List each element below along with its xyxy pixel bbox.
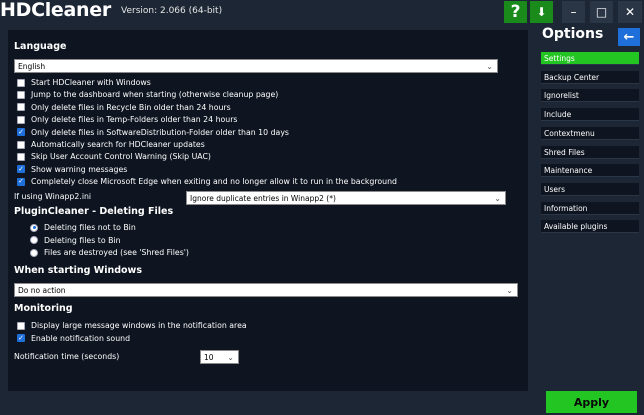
option-label: Jump to the dashboard when starting (oth… (31, 90, 279, 100)
checkbox-option[interactable]: Display large message windows in the not… (17, 320, 247, 331)
chevron-down-icon: ⌄ (227, 353, 234, 362)
app-title: HDCleaner (0, 0, 111, 21)
settings-panel: Language English ⌄ Start HDCleaner with … (8, 30, 528, 391)
checkbox-option[interactable]: Only delete files in Temp-Folders older … (17, 114, 238, 125)
option-label: Files are destroyed (see 'Shred Files') (44, 248, 189, 257)
option-label: Deleting files not to Bin (44, 223, 136, 232)
option-label: Enable notification sound (31, 333, 131, 343)
sidebar-item-available-plugins[interactable]: Available plugins (541, 220, 639, 234)
help-icon: ? (510, 2, 521, 22)
checkbox-option[interactable]: ✓ Show warning messages (17, 164, 127, 175)
radio-button[interactable] (30, 223, 38, 232)
language-select-value: English (18, 62, 46, 71)
minimize-icon: – (570, 5, 577, 19)
checkmark-icon: ✓ (18, 164, 24, 173)
checkbox[interactable]: ✓ (17, 127, 25, 137)
option-label: Deleting files to Bin (44, 235, 121, 245)
chevron-down-icon: ⌄ (506, 286, 513, 295)
arrow-left-icon: ← (623, 29, 635, 45)
radio-option[interactable]: Deleting files not to Bin (30, 222, 136, 233)
close-button[interactable]: ✕ (618, 1, 642, 23)
checkmark-icon: ✓ (18, 127, 24, 136)
help-button[interactable]: ? (504, 1, 527, 23)
back-button[interactable]: ← (618, 28, 640, 46)
option-label: Start HDCleaner with Windows (31, 78, 151, 87)
checkbox[interactable] (17, 78, 25, 87)
winapp2-select-value: Ignore duplicate entries in Winapp2 (*) (190, 194, 336, 203)
chevron-down-icon: ⌄ (494, 194, 501, 203)
radio-option[interactable]: Deleting files to Bin (30, 235, 121, 246)
checkbox[interactable] (17, 321, 25, 330)
sidebar-item-users[interactable]: Users (541, 182, 639, 196)
sidebar-item-information[interactable]: Information (541, 201, 639, 215)
title-bar: HDCleaner Version: 2.066 (64-bit) ? ⬇ – … (0, 0, 644, 24)
sidebar-item-backup-center[interactable]: Backup Center (541, 70, 639, 84)
sidebar-item-include[interactable]: Include (541, 108, 639, 122)
sidebar-item-contextmenu[interactable]: Contextmenu (541, 126, 639, 140)
radio-option[interactable]: Files are destroyed (see 'Shred Files') (30, 247, 189, 258)
close-icon: ✕ (624, 5, 636, 19)
radio-button[interactable] (30, 248, 38, 257)
option-label: Show warning messages (31, 164, 128, 174)
chevron-down-icon: ⌄ (486, 62, 493, 71)
checkbox[interactable]: ✓ (17, 177, 25, 186)
option-label: Only delete files in Temp-Folders older … (31, 115, 238, 125)
plugincleaner-heading: PluginCleaner - Deleting Files (14, 206, 174, 217)
maximize-button[interactable]: □ (590, 1, 613, 23)
checkbox-option[interactable]: Automatically search for HDCleaner updat… (17, 139, 205, 150)
option-label: Only delete files in Recycle Bin older t… (31, 102, 231, 112)
checkbox[interactable] (17, 140, 25, 149)
download-icon: ⬇ (536, 5, 547, 19)
checkbox[interactable]: ✓ (17, 334, 25, 342)
language-select[interactable]: English ⌄ (14, 59, 498, 73)
checkbox[interactable] (17, 152, 25, 161)
option-label: Completely close Microsoft Edge when exi… (31, 177, 397, 187)
checkbox-option[interactable]: ✓ Only delete files in SoftwareDistributi… (17, 127, 289, 138)
radio-button[interactable] (30, 236, 38, 244)
notification-time-label: Notification time (seconds) (14, 352, 120, 361)
checkbox[interactable] (17, 90, 25, 99)
minimize-button[interactable]: – (562, 1, 585, 23)
maximize-icon: □ (595, 5, 608, 19)
starting-windows-select-value: Do no action (18, 286, 66, 295)
download-update-button[interactable]: ⬇ (530, 1, 553, 23)
options-title: Options (542, 26, 604, 42)
notification-time-select[interactable]: 10 ⌄ (200, 350, 239, 364)
monitoring-heading: Monitoring (14, 303, 73, 314)
sidebar-item-ignorelist[interactable]: Ignorelist (541, 89, 639, 103)
option-label: Display large message windows in the not… (31, 321, 247, 330)
apply-button[interactable]: Apply (546, 391, 637, 413)
option-label: Only delete files in SoftwareDistributio… (31, 127, 289, 137)
starting-windows-select[interactable]: Do no action ⌄ (14, 283, 518, 297)
option-label: Skip User Account Control Warning (Skip … (31, 152, 211, 162)
winapp2-select[interactable]: Ignore duplicate entries in Winapp2 (*) … (186, 191, 506, 205)
language-heading: Language (14, 41, 67, 52)
notification-time-value: 10 (204, 353, 214, 362)
sidebar-item-shred-files[interactable]: Shred Files (541, 145, 639, 159)
checkmark-icon: ✓ (18, 333, 24, 342)
checkbox-option[interactable]: Only delete files in Recycle Bin older t… (17, 102, 231, 113)
checkbox[interactable]: ✓ (17, 164, 25, 174)
checkbox[interactable] (17, 103, 25, 112)
checkbox-option[interactable]: Start HDCleaner with Windows (17, 77, 151, 88)
checkbox-option[interactable]: Jump to the dashboard when starting (oth… (17, 89, 278, 100)
starting-windows-heading: When starting Windows (14, 265, 142, 276)
option-label: Automatically search for HDCleaner updat… (31, 140, 205, 149)
app-version: Version: 2.066 (64-bit) (121, 6, 223, 16)
checkbox[interactable] (17, 115, 25, 124)
checkbox-option[interactable]: Skip User Account Control Warning (Skip … (17, 151, 211, 162)
sidebar-item-maintenance[interactable]: Maintenance (541, 164, 639, 178)
checkmark-icon: ✓ (18, 177, 24, 186)
sidebar-item-settings[interactable]: Settings (541, 52, 639, 65)
checkbox-option[interactable]: ✓ Completely close Microsoft Edge when ex… (17, 176, 397, 187)
winapp2-label: If using Winapp2.ini (14, 192, 92, 201)
checkbox-option[interactable]: ✓ Enable notification sound (17, 333, 130, 344)
